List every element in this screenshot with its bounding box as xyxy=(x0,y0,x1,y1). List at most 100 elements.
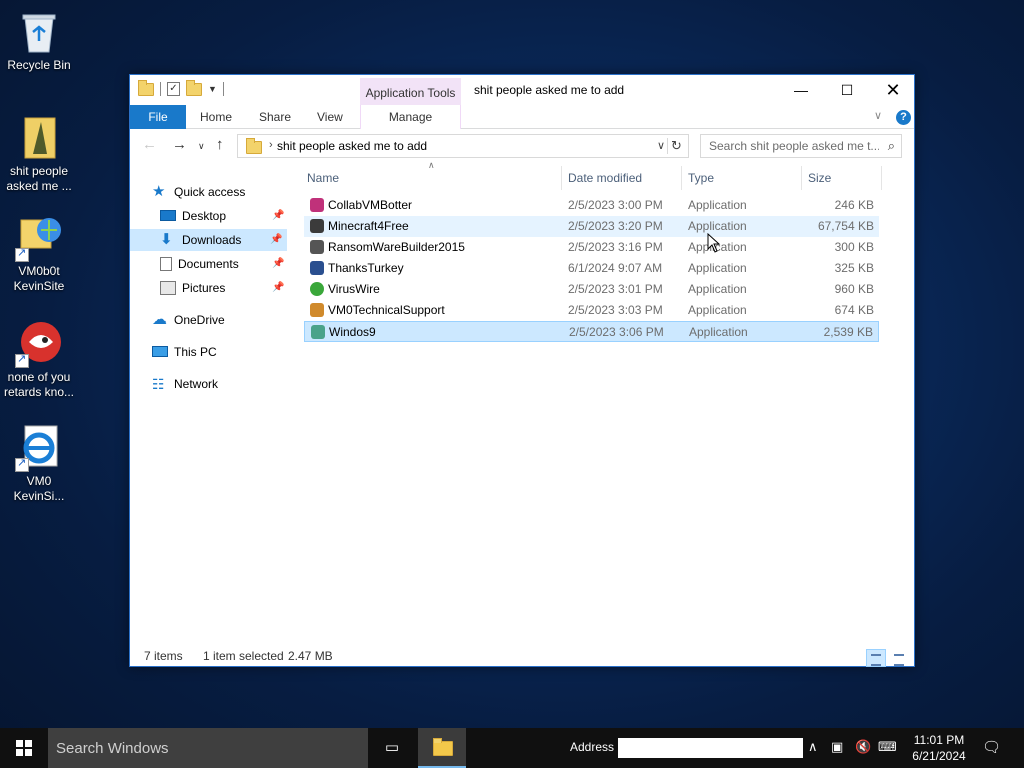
nav-item-documents[interactable]: Documents 📌 xyxy=(160,253,290,275)
file-size: 2,539 KB xyxy=(823,325,873,339)
file-size: 300 KB xyxy=(834,240,874,254)
customize-qat-icon[interactable]: ▼ xyxy=(208,84,217,94)
action-center-icon[interactable]: 🗨 xyxy=(982,738,1001,756)
search-icon[interactable]: ⌕ xyxy=(888,138,895,154)
task-view-button[interactable]: ▭ xyxy=(368,728,416,768)
divider[interactable] xyxy=(881,166,882,190)
divider[interactable] xyxy=(681,166,682,190)
desktop-icon-shortcut[interactable]: none of you retards kno... xyxy=(1,320,77,400)
chevron-down-icon[interactable]: ∨ xyxy=(657,139,665,152)
desktop-icon-label: Recycle Bin xyxy=(7,58,71,72)
file-row[interactable]: RansomWareBuilder2015 2/5/2023 3:16 PM A… xyxy=(304,237,879,258)
file-row[interactable]: CollabVMBotter 2/5/2023 3:00 PM Applicat… xyxy=(304,195,879,216)
nav-item-label: Desktop xyxy=(182,209,227,223)
address-toolbar-input[interactable] xyxy=(618,738,803,758)
file-size: 674 KB xyxy=(834,303,874,317)
downloads-icon: ⬇ xyxy=(160,230,173,248)
file-row[interactable]: ThanksTurkey 6/1/2024 9:07 AM Applicatio… xyxy=(304,258,879,279)
network-status-icon[interactable]: ▣ xyxy=(831,739,843,755)
desktop-icon-label: shit people asked me ... xyxy=(6,164,72,193)
address-path[interactable]: shit people asked me to add xyxy=(277,139,427,153)
volume-muted-icon[interactable]: 🔇 xyxy=(855,739,871,755)
expand-ribbon-icon[interactable]: ∨ xyxy=(874,109,882,122)
column-header-type[interactable]: Type xyxy=(688,166,801,190)
nav-item-network[interactable]: ☷ Network xyxy=(152,373,218,395)
taskbar-search[interactable] xyxy=(48,728,368,768)
pictures-icon xyxy=(160,280,176,295)
file-row-selected[interactable]: Windos9 2/5/2023 3:06 PM Application 2,5… xyxy=(304,321,879,342)
file-type: Application xyxy=(688,303,747,317)
close-button[interactable]: ✕ xyxy=(870,75,916,105)
column-header-date-modified[interactable]: Date modified xyxy=(568,166,681,190)
file-row[interactable]: VM0TechnicalSupport 2/5/2023 3:03 PM App… xyxy=(304,300,879,321)
desktop-icon-ie[interactable]: VM0 KevinSi... xyxy=(1,424,77,504)
back-button[interactable]: ← xyxy=(142,136,157,153)
desktop-icon-vm0b0t[interactable]: VM0b0t KevinSite xyxy=(1,214,77,294)
divider[interactable] xyxy=(561,166,562,190)
file-type: Application xyxy=(689,325,748,339)
explorer-window[interactable]: ✓ ▼ Application Tools shit people asked … xyxy=(129,74,915,667)
taskbar-search-input[interactable] xyxy=(48,728,368,768)
tab-view[interactable]: View xyxy=(317,105,343,129)
keyboard-icon[interactable]: ⌨ xyxy=(878,739,897,755)
file-row[interactable]: Minecraft4Free 2/5/2023 3:20 PM Applicat… xyxy=(304,216,879,237)
tab-manage[interactable]: Manage xyxy=(360,105,461,129)
folder-icon xyxy=(433,738,453,756)
application-icon xyxy=(310,240,324,254)
properties-icon[interactable]: ✓ xyxy=(167,82,180,96)
file-name: VM0TechnicalSupport xyxy=(328,303,445,317)
new-folder-icon[interactable] xyxy=(186,79,202,96)
search-input[interactable] xyxy=(701,135,879,157)
address-bar[interactable]: › shit people asked me to add ∨ ↻ xyxy=(237,134,689,158)
shortcut-arrow-icon xyxy=(15,246,29,262)
file-row[interactable]: VirusWire 2/5/2023 3:01 PM Application 9… xyxy=(304,279,879,300)
help-icon[interactable]: ? xyxy=(896,110,911,125)
network-icon: ☷ xyxy=(152,375,165,392)
desktop-icon-recycle-bin[interactable]: Recycle Bin xyxy=(1,8,77,73)
column-header-size[interactable]: Size xyxy=(808,166,880,190)
show-hidden-icons-icon[interactable]: ∧ xyxy=(808,739,818,755)
taskbar-file-explorer[interactable] xyxy=(418,728,466,768)
file-date: 2/5/2023 3:06 PM xyxy=(569,325,664,339)
application-icon xyxy=(310,198,324,212)
folder-icon xyxy=(15,114,63,162)
tab-share[interactable]: Share xyxy=(259,105,291,129)
file-name: ThanksTurkey xyxy=(328,261,404,275)
internet-explorer-icon xyxy=(15,424,63,472)
title-bar[interactable]: ✓ ▼ Application Tools shit people asked … xyxy=(130,75,914,105)
desktop-icon-folder[interactable]: shit people asked me ... xyxy=(1,114,77,194)
folder-icon xyxy=(246,138,262,154)
taskbar: ▭ Address ∧ ▣ 🔇 ⌨ 11:01 PM 6/21/2024 🗨 xyxy=(0,728,1024,768)
search-box[interactable]: ⌕ xyxy=(700,134,902,158)
nav-item-desktop[interactable]: Desktop 📌 xyxy=(160,205,290,227)
divider xyxy=(160,82,161,96)
address-toolbar-label: Address xyxy=(570,740,615,754)
application-icon xyxy=(311,325,325,339)
item-count: 7 items xyxy=(144,649,183,663)
chevron-right-icon[interactable]: › xyxy=(269,139,273,151)
forward-button[interactable]: → xyxy=(172,136,187,153)
maximize-button[interactable]: ☐ xyxy=(824,75,870,105)
taskbar-clock[interactable]: 11:01 PM 6/21/2024 xyxy=(904,732,974,764)
file-name: Windos9 xyxy=(329,325,376,339)
refresh-button[interactable]: ↻ xyxy=(667,138,685,154)
application-tools-header: Application Tools xyxy=(360,78,461,105)
tab-home[interactable]: Home xyxy=(200,105,232,129)
details-view-button[interactable] xyxy=(866,649,886,667)
file-size: 960 KB xyxy=(834,282,874,296)
column-header-name[interactable]: Name xyxy=(307,166,561,190)
file-name: Minecraft4Free xyxy=(328,219,409,233)
pin-icon: 📌 xyxy=(270,234,283,245)
large-icons-view-button[interactable] xyxy=(889,649,909,667)
minimize-button[interactable]: — xyxy=(778,75,824,105)
nav-item-pictures[interactable]: Pictures 📌 xyxy=(160,277,290,299)
nav-item-downloads[interactable]: ⬇ Downloads 📌 xyxy=(130,229,287,251)
nav-item-onedrive[interactable]: ☁ OneDrive xyxy=(152,309,225,331)
nav-item-quick-access[interactable]: ★ Quick access xyxy=(152,181,245,203)
start-button[interactable] xyxy=(0,728,48,768)
nav-item-this-pc[interactable]: This PC xyxy=(152,341,217,363)
up-button[interactable]: ↑ xyxy=(216,136,224,153)
recent-locations-button[interactable]: ∨ xyxy=(198,141,205,152)
tab-file[interactable]: File xyxy=(130,105,186,129)
divider[interactable] xyxy=(801,166,802,190)
